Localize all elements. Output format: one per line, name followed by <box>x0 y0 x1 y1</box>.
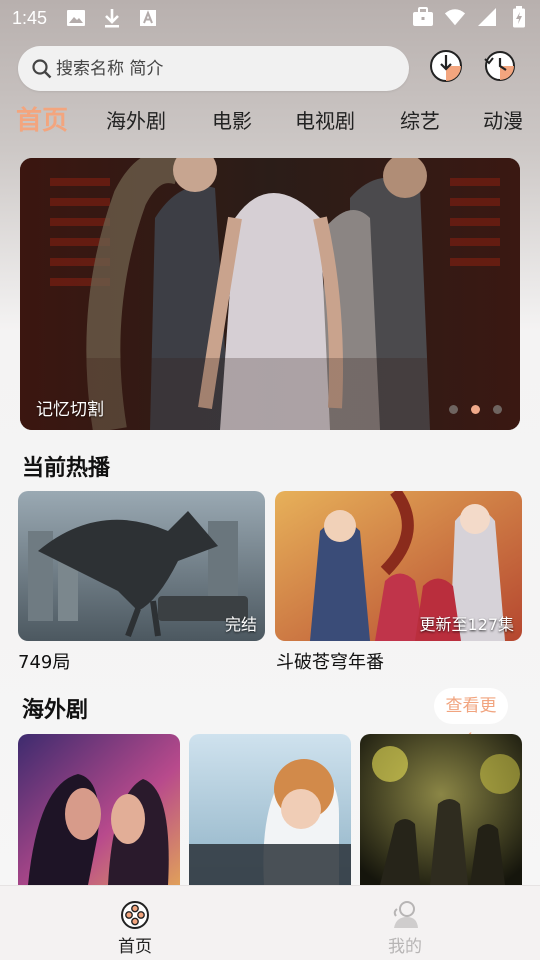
status-bar: 1:45 <box>0 0 540 36</box>
tab-movies[interactable]: 电影 <box>212 98 252 144</box>
see-more-button[interactable]: 查看更多 <box>434 688 508 752</box>
battery-icon <box>508 6 530 28</box>
overseas-card-1[interactable] <box>18 734 180 885</box>
banner-caption: 记忆切割 <box>36 400 104 420</box>
gallery-icon <box>65 7 87 29</box>
poster-image <box>18 734 180 885</box>
bottom-navigation: 首页 我的 <box>0 885 540 960</box>
history-icon <box>484 51 515 81</box>
status-time: 1:45 <box>12 7 48 28</box>
nav-mine[interactable]: 我的 <box>365 886 445 960</box>
history-button[interactable] <box>482 49 516 83</box>
tab-anime[interactable]: 动漫 <box>483 98 523 144</box>
carousel-dot[interactable] <box>449 405 458 414</box>
poster-image <box>360 734 522 885</box>
hot-title-doupo[interactable]: 斗破苍穹年番 <box>276 648 384 674</box>
carousel-dot-active[interactable] <box>471 405 480 414</box>
briefcase-icon <box>412 6 434 28</box>
download-status-icon <box>101 7 123 29</box>
section-title-hot: 当前热播 <box>22 456 111 481</box>
hot-card-doupo[interactable]: 更新至127集 <box>275 491 522 641</box>
category-tabs: 首页 海外剧 电影 电视剧 综艺 动漫 <box>0 98 540 144</box>
nav-home-label: 首页 <box>118 937 152 957</box>
wifi-icon <box>444 6 466 28</box>
hero-banner[interactable]: 记忆切割 <box>20 158 520 430</box>
nav-home[interactable]: 首页 <box>95 886 175 960</box>
film-reel-icon <box>121 901 149 929</box>
search-icon <box>32 58 52 79</box>
overseas-card-2[interactable] <box>189 734 351 885</box>
search-input[interactable] <box>56 58 376 79</box>
search-bar[interactable] <box>18 46 409 91</box>
signal-icon <box>476 6 498 28</box>
download-icon <box>430 50 462 82</box>
font-icon <box>137 7 159 29</box>
tab-home[interactable]: 首页 <box>16 98 68 144</box>
hot-card-749[interactable]: 完结 <box>18 491 265 641</box>
status-badge: 完结 <box>224 615 257 634</box>
hot-title-749[interactable]: 749局 <box>18 648 70 674</box>
episode-badge: 更新至127集 <box>419 615 514 634</box>
carousel-dots <box>449 405 502 414</box>
carousel-dot[interactable] <box>493 405 502 414</box>
tab-tv-series[interactable]: 电视剧 <box>295 98 355 144</box>
download-button[interactable] <box>429 49 463 83</box>
section-title-overseas: 海外剧 <box>22 698 89 723</box>
nav-mine-label: 我的 <box>388 937 422 957</box>
tab-variety[interactable]: 综艺 <box>400 98 440 144</box>
overseas-card-3[interactable] <box>360 734 522 885</box>
banner-image <box>20 158 520 430</box>
poster-image <box>189 734 351 885</box>
tab-overseas[interactable]: 海外剧 <box>106 98 166 144</box>
profile-icon <box>393 901 418 928</box>
